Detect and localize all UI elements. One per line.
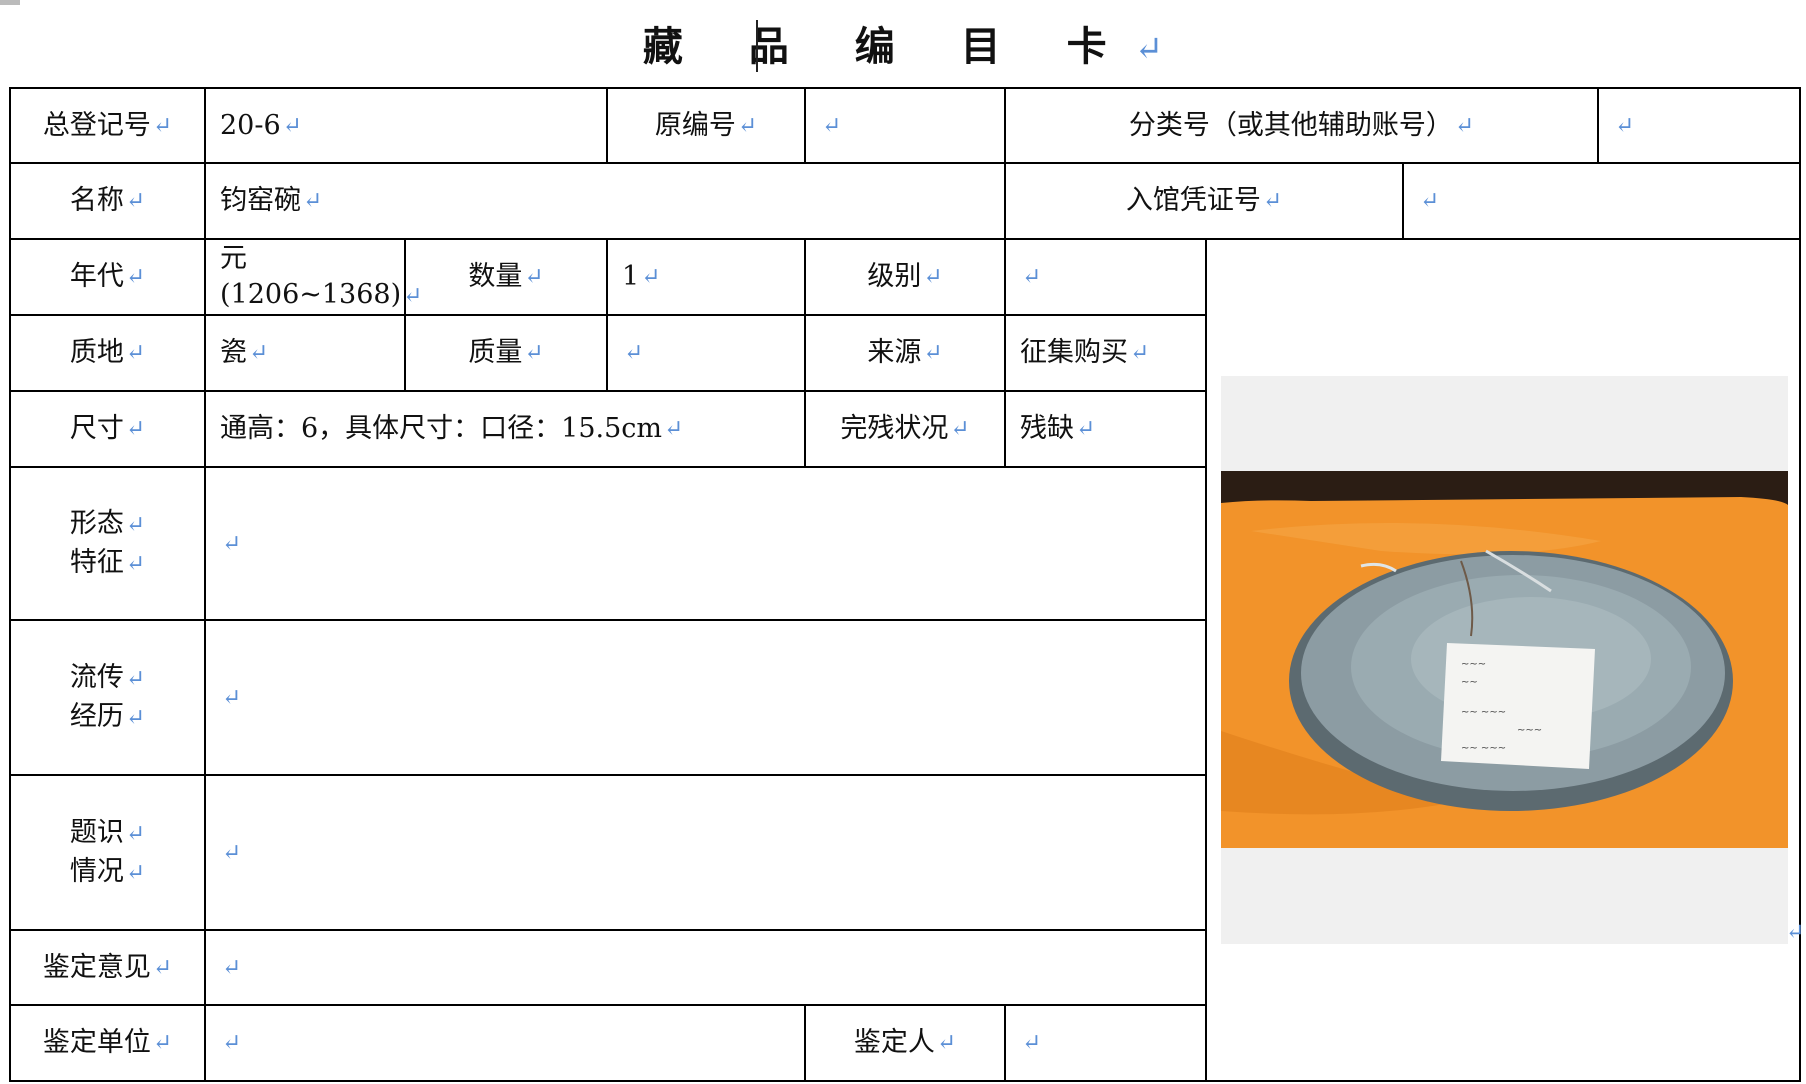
- field-weight[interactable]: ↵: [608, 316, 804, 390]
- field-size[interactable]: 通高：6，具体尺寸：口径：15.5cm ↵: [206, 392, 804, 466]
- label-material: 质地 ↵: [69, 337, 146, 368]
- field-appraiser[interactable]: ↵: [1006, 1006, 1205, 1080]
- label-provenance: 流传↵ 经历↵: [69, 661, 146, 732]
- field-quantity[interactable]: 1 ↵: [608, 240, 804, 314]
- field-era[interactable]: 元 (1206~1368)↵: [206, 240, 422, 314]
- field-registration-no[interactable]: 20-6 ↵: [206, 89, 606, 162]
- field-inscription[interactable]: ↵: [206, 776, 1205, 929]
- label-appraisal-opinion: 鉴定意见 ↵: [42, 951, 173, 983]
- field-appraisal-opinion[interactable]: ↵: [206, 931, 1205, 1004]
- field-source[interactable]: 征集购买 ↵: [1006, 316, 1205, 390]
- label-condition: 完残状况 ↵: [840, 413, 970, 444]
- field-material[interactable]: 瓷 ↵: [206, 316, 404, 390]
- label-appraiser: 鉴定人 ↵: [853, 1027, 957, 1058]
- jun-ware-bowl-photo: ~~~ ~~ ~~ ~~~ ~~~ ~~ ~~~: [1221, 471, 1788, 848]
- label-source: 来源 ↵: [867, 337, 943, 368]
- field-entry-voucher-no[interactable]: ↵: [1404, 164, 1799, 238]
- field-original-no[interactable]: ↵: [806, 89, 1004, 162]
- field-provenance[interactable]: ↵: [206, 621, 1205, 774]
- corner-mark: [0, 0, 20, 5]
- label-weight: 质量 ↵: [468, 337, 544, 368]
- label-classification-no: 分类号（或其他辅助账号） ↵: [1128, 109, 1475, 141]
- field-name[interactable]: 钧窑碗 ↵: [206, 164, 1004, 238]
- label-appraisal-unit: 鉴定单位 ↵: [42, 1027, 173, 1058]
- label-inscription: 题识↵ 情况↵: [69, 816, 146, 887]
- label-entry-voucher-no: 入馆凭证号 ↵: [1125, 185, 1283, 216]
- label-features: 形态↵ 特征↵: [69, 507, 146, 578]
- label-size: 尺寸 ↵: [69, 413, 146, 444]
- svg-text:~~ ~~~: ~~ ~~~: [1461, 743, 1506, 754]
- field-condition[interactable]: 残缺 ↵: [1006, 392, 1205, 466]
- text-cursor: [756, 20, 758, 72]
- svg-text:~~ ~~~: ~~ ~~~: [1461, 707, 1506, 718]
- svg-text:~~~: ~~~: [1517, 725, 1542, 736]
- field-features[interactable]: ↵: [206, 468, 1205, 619]
- label-grade: 级别 ↵: [867, 261, 943, 292]
- stray-paragraph-mark: ↵: [1786, 920, 1805, 945]
- svg-text:~~: ~~: [1461, 677, 1478, 688]
- field-grade[interactable]: ↵: [1006, 240, 1205, 314]
- label-name: 名称 ↵: [69, 185, 146, 216]
- label-registration-no: 总登记号 ↵: [42, 109, 173, 141]
- svg-text:~~~: ~~~: [1461, 659, 1486, 670]
- field-classification-no[interactable]: ↵: [1599, 89, 1799, 162]
- field-appraisal-unit[interactable]: ↵: [206, 1006, 804, 1080]
- label-original-no: 原编号 ↵: [654, 109, 758, 141]
- page-title: 藏 品 编 目 卡↵: [642, 23, 1164, 70]
- label-quantity: 数量 ↵: [468, 261, 544, 292]
- label-era: 年代 ↵: [69, 261, 146, 292]
